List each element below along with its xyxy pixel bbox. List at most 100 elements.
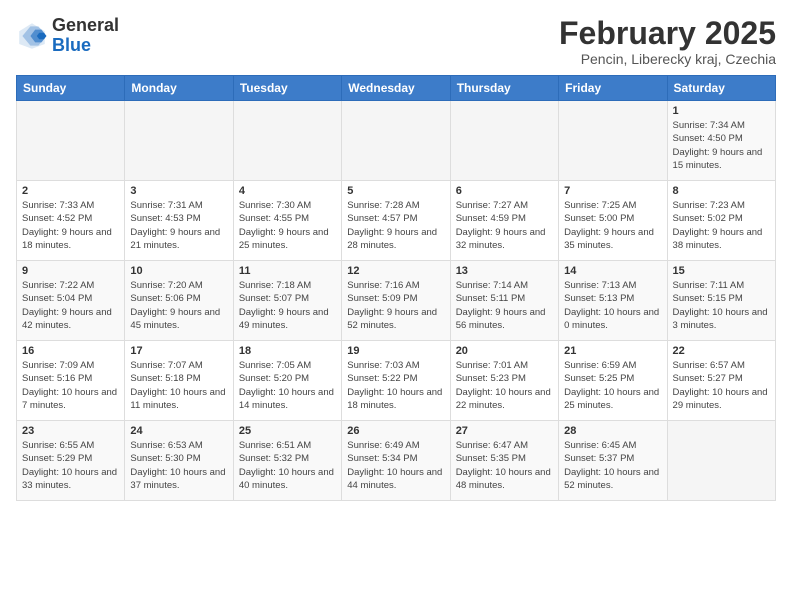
weekday-header-tuesday: Tuesday <box>233 76 341 101</box>
calendar-cell: 10 Sunrise: 7:20 AM Sunset: 5:06 PM Dayli… <box>125 261 233 341</box>
day-number: 23 <box>22 425 119 437</box>
calendar-cell: 7 Sunrise: 7:25 AM Sunset: 5:00 PM Daylig… <box>559 181 667 261</box>
calendar-week-2: 2 Sunrise: 7:33 AM Sunset: 4:52 PM Daylig… <box>17 181 776 261</box>
calendar-cell: 8 Sunrise: 7:23 AM Sunset: 5:02 PM Daylig… <box>667 181 775 261</box>
calendar-cell: 12 Sunrise: 7:16 AM Sunset: 5:09 PM Dayli… <box>342 261 450 341</box>
calendar-cell: 24 Sunrise: 6:53 AM Sunset: 5:30 PM Dayli… <box>125 421 233 501</box>
calendar-cell: 16 Sunrise: 7:09 AM Sunset: 5:16 PM Dayli… <box>17 341 125 421</box>
logo-icon <box>16 20 48 52</box>
logo-text: General Blue <box>52 16 119 56</box>
weekday-header-saturday: Saturday <box>667 76 775 101</box>
calendar-cell: 23 Sunrise: 6:55 AM Sunset: 5:29 PM Dayli… <box>17 421 125 501</box>
calendar-cell: 26 Sunrise: 6:49 AM Sunset: 5:34 PM Dayli… <box>342 421 450 501</box>
calendar-week-5: 23 Sunrise: 6:55 AM Sunset: 5:29 PM Dayli… <box>17 421 776 501</box>
page-header: General Blue February 2025 Pencin, Liber… <box>16 16 776 67</box>
day-info: Sunrise: 7:14 AM Sunset: 5:11 PM Dayligh… <box>456 279 553 332</box>
calendar-cell: 15Sunrise: 7:11 AM Sunset: 5:15 PM Dayli… <box>667 261 775 341</box>
calendar-cell: 4Sunrise: 7:30 AM Sunset: 4:55 PM Daylig… <box>233 181 341 261</box>
day-number: 24 <box>130 425 227 437</box>
day-info: Sunrise: 7:18 AM Sunset: 5:07 PM Dayligh… <box>239 279 336 332</box>
day-info: Sunrise: 7:09 AM Sunset: 5:16 PM Dayligh… <box>22 359 119 412</box>
calendar-cell <box>342 101 450 181</box>
calendar-cell <box>450 101 558 181</box>
day-info: Sunrise: 7:25 AM Sunset: 5:00 PM Dayligh… <box>564 199 661 252</box>
day-info: Sunrise: 7:27 AM Sunset: 4:59 PM Dayligh… <box>456 199 553 252</box>
day-info: Sunrise: 7:01 AM Sunset: 5:23 PM Dayligh… <box>456 359 553 412</box>
calendar-cell: 5 Sunrise: 7:28 AM Sunset: 4:57 PM Daylig… <box>342 181 450 261</box>
day-number: 16 <box>22 345 119 357</box>
day-number: 2 <box>22 185 119 197</box>
day-number: 12 <box>347 265 444 277</box>
day-info: Sunrise: 6:55 AM Sunset: 5:29 PM Dayligh… <box>22 439 119 492</box>
day-info: Sunrise: 7:11 AM Sunset: 5:15 PM Dayligh… <box>673 279 770 332</box>
day-number: 22 <box>673 345 770 357</box>
calendar-cell: 2 Sunrise: 7:33 AM Sunset: 4:52 PM Daylig… <box>17 181 125 261</box>
day-info: Sunrise: 7:28 AM Sunset: 4:57 PM Dayligh… <box>347 199 444 252</box>
day-number: 11 <box>239 265 336 277</box>
location-subtitle: Pencin, Liberecky kraj, Czechia <box>559 51 776 67</box>
calendar-week-1: 1 Sunrise: 7:34 AM Sunset: 4:50 PM Daylig… <box>17 101 776 181</box>
day-info: Sunrise: 7:34 AM Sunset: 4:50 PM Dayligh… <box>673 119 770 172</box>
day-info: Sunrise: 7:03 AM Sunset: 5:22 PM Dayligh… <box>347 359 444 412</box>
day-info: Sunrise: 6:53 AM Sunset: 5:30 PM Dayligh… <box>130 439 227 492</box>
day-number: 4 <box>239 185 336 197</box>
calendar-cell: 17 Sunrise: 7:07 AM Sunset: 5:18 PM Dayli… <box>125 341 233 421</box>
day-number: 5 <box>347 185 444 197</box>
day-number: 27 <box>456 425 553 437</box>
calendar-cell <box>125 101 233 181</box>
day-number: 28 <box>564 425 661 437</box>
day-info: Sunrise: 7:07 AM Sunset: 5:18 PM Dayligh… <box>130 359 227 412</box>
calendar-week-3: 9 Sunrise: 7:22 AM Sunset: 5:04 PM Daylig… <box>17 261 776 341</box>
day-number: 3 <box>130 185 227 197</box>
day-info: Sunrise: 7:33 AM Sunset: 4:52 PM Dayligh… <box>22 199 119 252</box>
day-number: 17 <box>130 345 227 357</box>
calendar-cell: 11 Sunrise: 7:18 AM Sunset: 5:07 PM Dayli… <box>233 261 341 341</box>
day-info: Sunrise: 6:57 AM Sunset: 5:27 PM Dayligh… <box>673 359 770 412</box>
calendar-cell: 19 Sunrise: 7:03 AM Sunset: 5:22 PM Dayli… <box>342 341 450 421</box>
day-number: 20 <box>456 345 553 357</box>
day-number: 19 <box>347 345 444 357</box>
title-block: February 2025 Pencin, Liberecky kraj, Cz… <box>559 16 776 67</box>
weekday-header-monday: Monday <box>125 76 233 101</box>
logo-blue: Blue <box>52 36 119 56</box>
weekday-header-thursday: Thursday <box>450 76 558 101</box>
day-number: 18 <box>239 345 336 357</box>
calendar-cell: 14Sunrise: 7:13 AM Sunset: 5:13 PM Dayli… <box>559 261 667 341</box>
logo: General Blue <box>16 16 119 56</box>
calendar-cell <box>233 101 341 181</box>
day-info: Sunrise: 7:13 AM Sunset: 5:13 PM Dayligh… <box>564 279 661 332</box>
calendar-cell: 1 Sunrise: 7:34 AM Sunset: 4:50 PM Daylig… <box>667 101 775 181</box>
day-info: Sunrise: 6:47 AM Sunset: 5:35 PM Dayligh… <box>456 439 553 492</box>
day-number: 25 <box>239 425 336 437</box>
day-number: 26 <box>347 425 444 437</box>
calendar-cell: 22 Sunrise: 6:57 AM Sunset: 5:27 PM Dayli… <box>667 341 775 421</box>
day-info: Sunrise: 7:31 AM Sunset: 4:53 PM Dayligh… <box>130 199 227 252</box>
day-number: 6 <box>456 185 553 197</box>
calendar-cell: 21Sunrise: 6:59 AM Sunset: 5:25 PM Dayli… <box>559 341 667 421</box>
day-number: 8 <box>673 185 770 197</box>
day-number: 10 <box>130 265 227 277</box>
day-info: Sunrise: 7:22 AM Sunset: 5:04 PM Dayligh… <box>22 279 119 332</box>
calendar-cell: 20 Sunrise: 7:01 AM Sunset: 5:23 PM Dayli… <box>450 341 558 421</box>
day-info: Sunrise: 6:45 AM Sunset: 5:37 PM Dayligh… <box>564 439 661 492</box>
day-info: Sunrise: 7:20 AM Sunset: 5:06 PM Dayligh… <box>130 279 227 332</box>
calendar-cell <box>667 421 775 501</box>
calendar-cell: 9 Sunrise: 7:22 AM Sunset: 5:04 PM Daylig… <box>17 261 125 341</box>
day-info: Sunrise: 6:51 AM Sunset: 5:32 PM Dayligh… <box>239 439 336 492</box>
weekday-header-wednesday: Wednesday <box>342 76 450 101</box>
day-number: 7 <box>564 185 661 197</box>
calendar-cell <box>559 101 667 181</box>
day-info: Sunrise: 7:16 AM Sunset: 5:09 PM Dayligh… <box>347 279 444 332</box>
calendar-cell: 13Sunrise: 7:14 AM Sunset: 5:11 PM Dayli… <box>450 261 558 341</box>
calendar-table: SundayMondayTuesdayWednesdayThursdayFrid… <box>16 75 776 501</box>
calendar-cell: 3 Sunrise: 7:31 AM Sunset: 4:53 PM Daylig… <box>125 181 233 261</box>
day-number: 9 <box>22 265 119 277</box>
day-number: 1 <box>673 105 770 117</box>
weekday-header-row: SundayMondayTuesdayWednesdayThursdayFrid… <box>17 76 776 101</box>
logo-general: General <box>52 16 119 36</box>
day-info: Sunrise: 6:49 AM Sunset: 5:34 PM Dayligh… <box>347 439 444 492</box>
calendar-cell: 27 Sunrise: 6:47 AM Sunset: 5:35 PM Dayli… <box>450 421 558 501</box>
day-info: Sunrise: 7:23 AM Sunset: 5:02 PM Dayligh… <box>673 199 770 252</box>
day-info: Sunrise: 6:59 AM Sunset: 5:25 PM Dayligh… <box>564 359 661 412</box>
calendar-cell: 28 Sunrise: 6:45 AM Sunset: 5:37 PM Dayli… <box>559 421 667 501</box>
